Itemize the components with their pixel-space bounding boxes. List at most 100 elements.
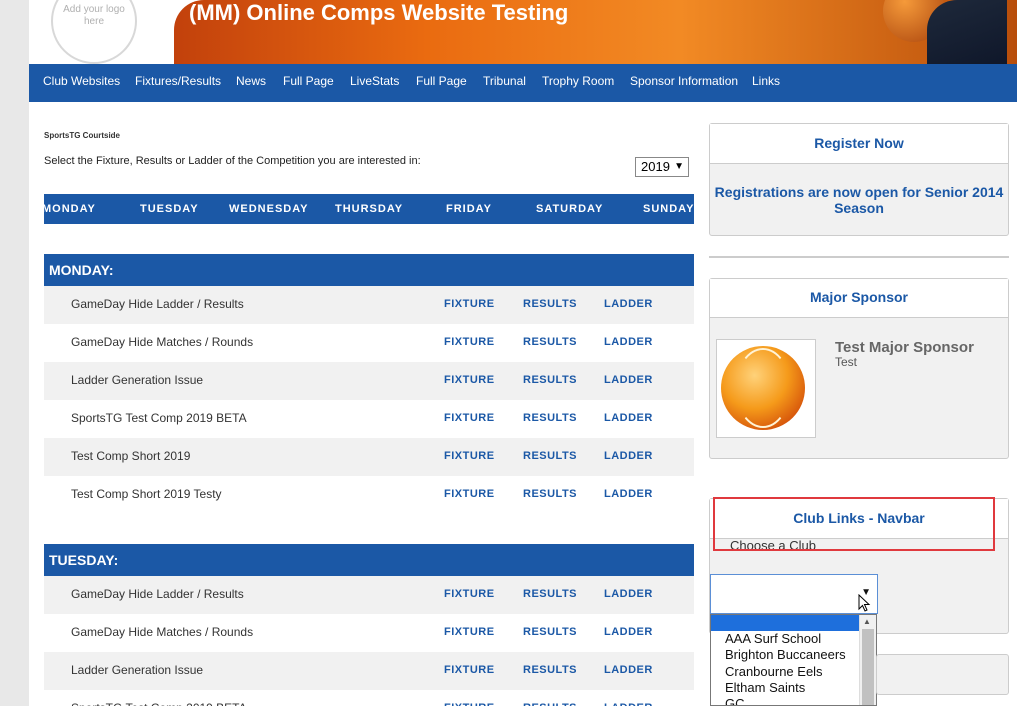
nav-livestats[interactable]: LiveStats <box>350 64 399 98</box>
fixture-link[interactable]: FIXTURE <box>444 362 495 398</box>
sponsor-logo[interactable] <box>716 339 816 438</box>
section-header-tuesday: TUESDAY: <box>44 544 694 576</box>
results-link[interactable]: RESULTS <box>523 576 577 612</box>
fixture-link[interactable]: FIXTURE <box>444 400 495 436</box>
day-tab-saturday[interactable]: SATURDAY <box>536 194 603 224</box>
comp-name: GameDay Hide Matches / Rounds <box>71 335 254 349</box>
ladder-link[interactable]: LADDER <box>604 286 653 322</box>
comp-name: Ladder Generation Issue <box>71 373 204 387</box>
site-header: Add your logo here (MM) Online Comps Web… <box>29 0 1017 64</box>
comp-name: GameDay Hide Matches / Rounds <box>71 625 254 639</box>
comp-row: GameDay Hide Matches / Rounds FIXTURE RESU… <box>44 324 694 362</box>
register-title[interactable]: Register Now <box>710 124 1008 164</box>
comp-row: GameDay Hide Matches / Rounds FIXTURE RESU… <box>44 614 694 652</box>
nav-full-page-2[interactable]: Full Page <box>416 64 467 98</box>
highlight-annotation <box>713 497 995 551</box>
results-link[interactable]: RESULTS <box>523 400 577 436</box>
ladder-link[interactable]: LADDER <box>604 614 653 650</box>
comp-name: SportsTG Test Comp 2019 BETA <box>71 690 247 706</box>
register-text[interactable]: Registrations are now open for Senior 20… <box>714 184 1004 216</box>
dropdown-option[interactable]: GC <box>725 696 745 705</box>
ladder-link[interactable]: LADDER <box>604 362 653 398</box>
nav-club-websites[interactable]: Club Websites <box>43 64 120 98</box>
results-link[interactable]: RESULTS <box>523 362 577 398</box>
sponsor-box: Major Sponsor Test Major Sponsor Test <box>709 278 1009 459</box>
scrollbar-thumb[interactable] <box>862 629 874 705</box>
ladder-link[interactable]: LADDER <box>604 652 653 688</box>
sponsor-subtitle: Test <box>835 355 858 369</box>
dropdown-option[interactable]: Eltham Saints <box>725 680 805 695</box>
sponsor-name[interactable]: Test Major Sponsor <box>835 339 974 356</box>
logo-placeholder-text: Add your logo here <box>63 4 125 27</box>
ladder-link[interactable]: LADDER <box>604 476 653 512</box>
dropdown-option[interactable]: Brighton Buccaneers <box>725 647 846 662</box>
ladder-link[interactable]: LADDER <box>604 324 653 360</box>
day-tab-wednesday[interactable]: WEDNESDAY <box>229 194 309 224</box>
nav-sponsor-information[interactable]: Sponsor Information <box>630 64 738 98</box>
fixture-link[interactable]: FIXTURE <box>444 476 495 512</box>
day-tab-monday[interactable]: MONDAY <box>44 194 96 224</box>
nav-trophy-room[interactable]: Trophy Room <box>542 64 614 98</box>
comp-name: SportsTG Test Comp 2019 BETA <box>71 411 247 425</box>
comp-row: SportsTG Test Comp 2019 BETA FIXTURE RESUL… <box>44 400 694 438</box>
dropdown-option[interactable]: Cranbourne Eels <box>725 664 823 679</box>
ladder-link[interactable]: LADDER <box>604 400 653 436</box>
comp-row: SportsTG Test Comp 2019 BETA FIXTURE RESUL… <box>44 690 694 706</box>
intro-text: Select the Fixture, Results or Ladder of… <box>44 155 421 167</box>
scroll-up-icon[interactable]: ▲ <box>863 617 871 626</box>
comp-name: Test Comp Short 2019 Testy <box>71 487 222 501</box>
day-tab-sunday[interactable]: SUNDAY <box>643 194 694 224</box>
results-link[interactable]: RESULTS <box>523 476 577 512</box>
results-link[interactable]: RESULTS <box>523 286 577 322</box>
year-select[interactable]: 2019 ▼ <box>635 157 689 177</box>
comp-row: Ladder Generation Issue FIXTURE RESULTS LAD… <box>44 652 694 690</box>
sponsor-title: Major Sponsor <box>710 279 1008 318</box>
results-link[interactable]: RESULTS <box>523 614 577 650</box>
fixture-link[interactable]: FIXTURE <box>444 652 495 688</box>
club-dropdown-list[interactable]: AAA Surf School Brighton Buccaneers Cran… <box>710 614 877 706</box>
left-gutter <box>0 0 29 706</box>
ladder-link[interactable]: LADDER <box>604 690 653 706</box>
fixture-link[interactable]: FIXTURE <box>444 614 495 650</box>
day-tabs: MONDAY TUESDAY WEDNESDAY THURSDAY FRIDAY… <box>44 194 694 224</box>
club-select[interactable]: ▼ <box>710 574 878 614</box>
ladder-link[interactable]: LADDER <box>604 576 653 612</box>
day-tab-thursday[interactable]: THURSDAY <box>335 194 403 224</box>
dropdown-scrollbar[interactable]: ▲ <box>859 615 876 705</box>
comp-name: Ladder Generation Issue <box>71 663 204 677</box>
comp-row: GameDay Hide Ladder / Results FIXTURE RESU… <box>44 576 694 614</box>
nav-news[interactable]: News <box>236 64 266 98</box>
site-logo[interactable]: Add your logo here <box>51 0 137 64</box>
nav-tribunal[interactable]: Tribunal <box>483 64 526 98</box>
comp-name: GameDay Hide Ladder / Results <box>71 587 244 601</box>
year-value: 2019 <box>641 159 670 174</box>
results-link[interactable]: RESULTS <box>523 690 577 706</box>
fixture-link[interactable]: FIXTURE <box>444 576 495 612</box>
ladder-link[interactable]: LADDER <box>604 438 653 474</box>
dropdown-highlight[interactable] <box>711 615 859 631</box>
fixture-link[interactable]: FIXTURE <box>444 690 495 706</box>
fixture-link[interactable]: FIXTURE <box>444 324 495 360</box>
player-image <box>927 0 1007 64</box>
sidebar-divider <box>709 256 1009 258</box>
chevron-down-icon: ▼ <box>674 161 684 172</box>
nav-links[interactable]: Links <box>752 64 780 98</box>
nav-full-page[interactable]: Full Page <box>283 64 334 98</box>
results-link[interactable]: RESULTS <box>523 652 577 688</box>
day-tab-tuesday[interactable]: TUESDAY <box>140 194 199 224</box>
results-link[interactable]: RESULTS <box>523 324 577 360</box>
fixture-link[interactable]: FIXTURE <box>444 286 495 322</box>
site-title: (MM) Online Comps Website Testing <box>189 0 569 25</box>
section-header-monday: MONDAY: <box>44 254 694 286</box>
comp-row: Ladder Generation Issue FIXTURE RESULTS LAD… <box>44 362 694 400</box>
nav-fixtures-results[interactable]: Fixtures/Results <box>135 64 221 98</box>
breadcrumb: SportsTG Courtside <box>44 131 121 140</box>
comp-row: GameDay Hide Ladder / Results FIXTURE RESU… <box>44 286 694 324</box>
day-tab-friday[interactable]: FRIDAY <box>446 194 492 224</box>
dropdown-option[interactable]: AAA Surf School <box>725 631 821 646</box>
register-box: Register Now Registrations are now open … <box>709 123 1009 236</box>
results-link[interactable]: RESULTS <box>523 438 577 474</box>
comp-row: Test Comp Short 2019 FIXTURE RESULTS LADDER <box>44 438 694 476</box>
fixture-link[interactable]: FIXTURE <box>444 438 495 474</box>
sidebar-box-bottom <box>876 654 1009 695</box>
